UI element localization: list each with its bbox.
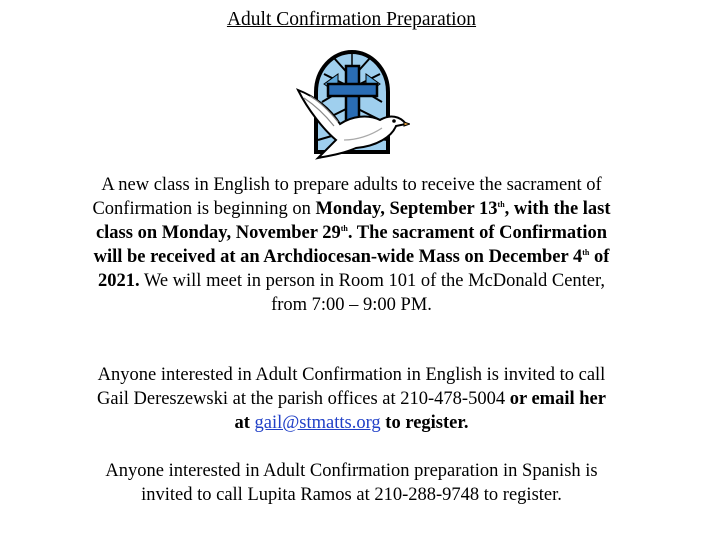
paragraph-english-contact: Anyone interested in Adult Confirmation … — [92, 363, 611, 435]
page-title: Adult Confirmation Preparation — [226, 9, 477, 30]
paragraph-spanish-contact: Anyone interested in Adult Confirmation … — [105, 461, 598, 505]
meeting-location-text: We will meet in person in Room 101 of th… — [139, 271, 606, 315]
paragraph-class-announcement: A new class in English to prepare adults… — [92, 173, 611, 317]
dove-cross-icon — [295, 50, 410, 160]
register-text: to register. — [380, 413, 469, 433]
email-link[interactable]: gail@stmatts.org — [255, 413, 381, 433]
start-date-text: Monday, September 13 — [315, 199, 498, 219]
ordinal-sup: th — [497, 199, 505, 209]
ordinal-sup: th — [340, 223, 348, 233]
